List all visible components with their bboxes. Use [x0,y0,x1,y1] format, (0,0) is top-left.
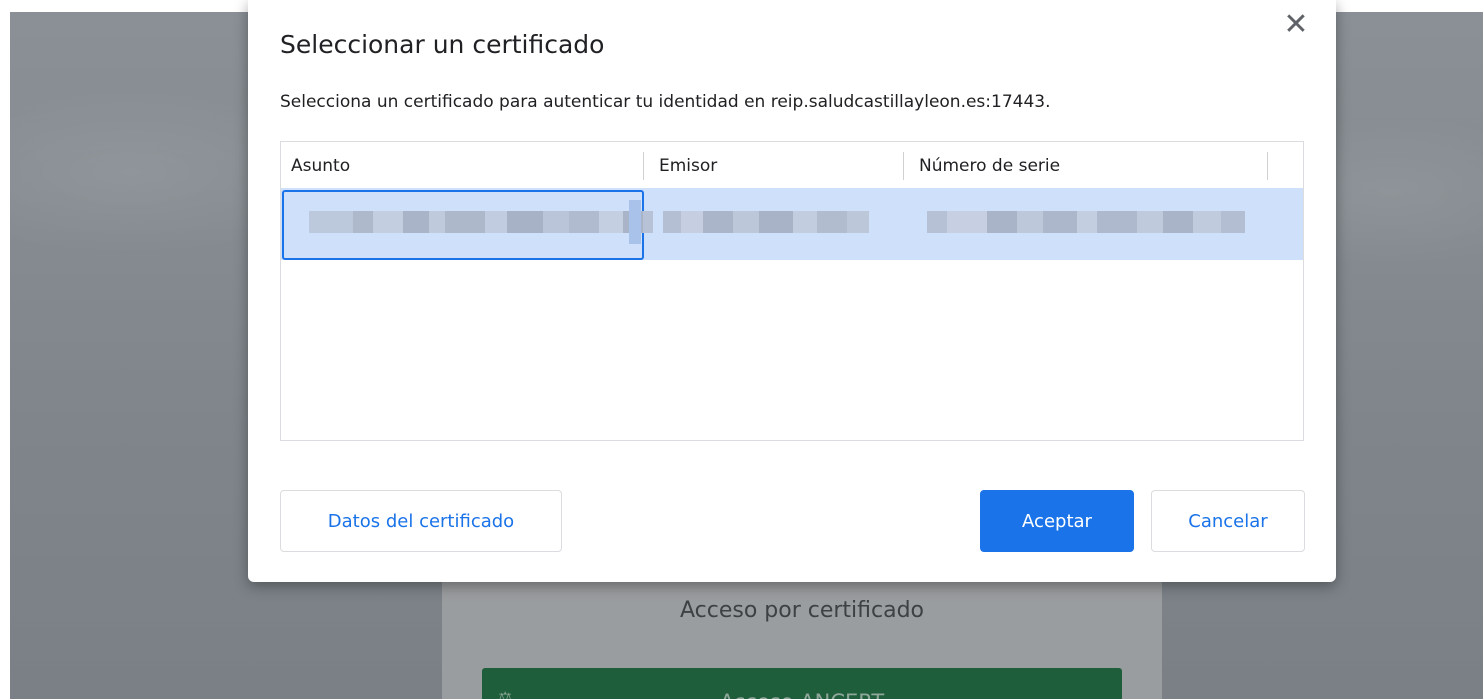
close-button[interactable]: ✕ [1278,6,1314,42]
screen: Acceso por certificado ⚖ Acceso ANCERT S… [0,0,1483,699]
redacted-numero-serie [927,208,1245,236]
redacted-asunto [309,208,653,236]
certificate-details-button[interactable]: Datos del certificado [280,490,562,552]
ancert-access-button[interactable]: ⚖ Acceso ANCERT [482,668,1122,699]
redacted-divider [629,200,641,244]
access-heading: Acceso por certificado [679,598,925,623]
column-header-numero-serie[interactable]: Número de serie [919,142,1060,188]
dialog-description: Selecciona un certificado para autentica… [280,92,1051,112]
column-separator[interactable] [643,152,644,180]
column-header-asunto[interactable]: Asunto [291,142,350,188]
certificate-table: Asunto Emisor Número de serie [280,141,1304,441]
ancert-access-label: Acceso ANCERT [482,690,1122,699]
redacted-emisor [663,208,869,236]
login-card: Acceso por certificado ⚖ Acceso ANCERT [442,572,1162,699]
column-header-emisor[interactable]: Emisor [659,142,717,188]
cancel-button[interactable]: Cancelar [1151,490,1305,552]
table-row-selected[interactable] [281,188,1303,260]
column-separator[interactable] [903,152,904,180]
certificate-dialog: Seleccionar un certificado ✕ Selecciona … [248,0,1336,582]
table-header: Asunto Emisor Número de serie [281,142,1303,188]
column-separator[interactable] [1267,152,1268,180]
accept-button[interactable]: Aceptar [980,490,1134,552]
dialog-title: Seleccionar un certificado [280,30,605,59]
close-icon: ✕ [1283,6,1309,42]
